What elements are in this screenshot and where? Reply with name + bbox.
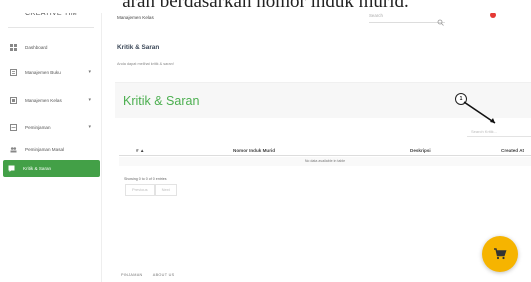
previous-page-button[interactable]: Previous xyxy=(125,184,155,196)
sidebar-item-label: Manajemen Kelas xyxy=(25,97,62,103)
chevron-down-icon: ▾ xyxy=(88,69,91,75)
search-placeholder: Search xyxy=(369,13,383,18)
next-page-button[interactable]: Next xyxy=(154,184,177,196)
cart-icon xyxy=(494,248,507,260)
class-icon xyxy=(10,96,17,104)
page-subtitle: Anda dapat melihat kritik & saran! xyxy=(117,62,174,66)
sidebar-item-manajemen-kelas[interactable]: Manajemen Kelas ▾ xyxy=(5,92,97,108)
footer-links: PINJAMAN ABOUT US xyxy=(121,273,184,277)
sidebar-item-kritik-saran[interactable]: Kritik & Saran xyxy=(3,160,100,177)
chevron-down-icon: ▾ xyxy=(88,97,91,103)
navbar-brand[interactable]: Manajemen Kelas xyxy=(117,15,154,20)
search-icon[interactable] xyxy=(437,13,444,31)
table-search-placeholder: Search Kritik... xyxy=(471,129,498,134)
chevron-down-icon: ▾ xyxy=(88,124,91,130)
sidebar-item-dashboard[interactable]: Dashboard xyxy=(5,39,97,55)
sidebar-item-peminjaman-masal[interactable]: Peminjaman Masal xyxy=(5,141,97,157)
dashboard-icon xyxy=(10,43,17,51)
table-search-input[interactable]: Search Kritik... xyxy=(467,127,531,137)
footer-link-pinjaman[interactable]: PINJAMAN xyxy=(121,273,143,277)
table-empty-row: No data available in table xyxy=(119,157,531,166)
sidebar-item-peminjaman[interactable]: Peminjaman ▾ xyxy=(5,119,97,135)
sidebar-item-label: Manajemen Buku xyxy=(25,69,61,75)
book-icon xyxy=(10,68,17,76)
footer-link-about-us[interactable]: ABOUT US xyxy=(153,273,175,277)
table-info: Showing 0 to 0 of 0 entries xyxy=(124,177,167,181)
column-header-number[interactable]: # ▲ xyxy=(136,148,144,153)
column-header-created-at[interactable]: Created At xyxy=(501,148,524,153)
document-caption: aran berdasarkan nomor induk murid. xyxy=(0,0,531,13)
loan-icon xyxy=(10,123,17,131)
card-title: Kritik & Saran xyxy=(123,94,200,108)
column-header-nomor-induk[interactable]: Nomor Induk Murid xyxy=(233,148,275,153)
cart-button[interactable] xyxy=(482,236,518,272)
group-icon xyxy=(10,146,17,153)
sidebar-item-label: Kritik & Saran xyxy=(23,166,52,171)
page-title: Kritik & Saran xyxy=(117,44,160,51)
pagination: Previous Next xyxy=(125,184,177,196)
column-header-deskripsi[interactable]: Deskripsi xyxy=(410,148,431,153)
sidebar-item-label: Peminjaman xyxy=(25,124,51,130)
sidebar-item-manajemen-buku[interactable]: Manajemen Buku ▾ xyxy=(5,64,97,80)
sidebar-item-label: Peminjaman Masal xyxy=(25,146,65,152)
feedback-icon xyxy=(8,165,15,172)
annotation-arrow-icon xyxy=(463,101,496,124)
sidebar-item-label: Dashboard xyxy=(25,44,48,50)
sidebar: CREATIVE TIM Dashboard Manajemen Buku ▾ … xyxy=(0,0,102,282)
brand-divider xyxy=(8,27,94,28)
table-header: # ▲ Nomor Induk Murid Deskripsi Created … xyxy=(119,145,531,156)
